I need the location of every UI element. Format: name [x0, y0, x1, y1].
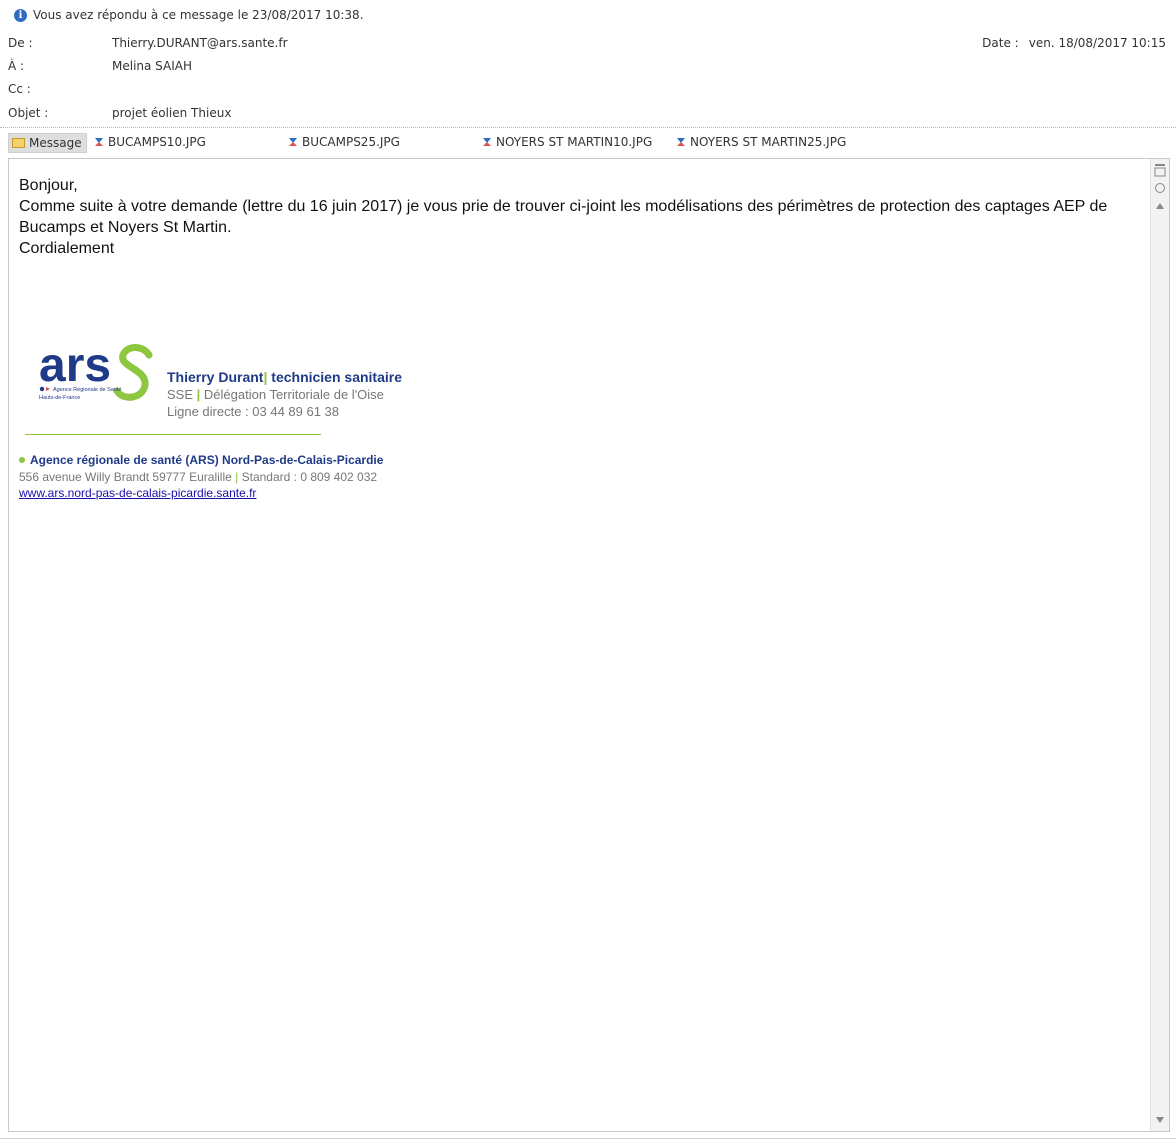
reading-pane-toggle-icon[interactable] [1153, 163, 1167, 177]
logo-letters: ars [39, 339, 111, 392]
message-tab-label: Message [29, 136, 82, 150]
closing: Cordialement [19, 240, 115, 257]
signature-name-line: Thierry Durant| technicien sanitaire [167, 369, 402, 385]
scroll-down-icon[interactable] [1153, 1113, 1167, 1127]
subject-row: Objet : projet éolien Thieux [0, 102, 1176, 124]
image-file-icon [676, 137, 686, 147]
attachment-name: NOYERS ST MARTIN10.JPG [496, 135, 653, 149]
attachment-item[interactable]: NOYERS ST MARTIN10.JPG [482, 133, 652, 151]
logo-subtitle-2: Hauts-de-France [39, 395, 80, 401]
date-field: Date : ven. 18/08/2017 10:15 [982, 36, 1166, 50]
signature-address: 556 avenue Willy Brandt 59777 Euralille [19, 470, 232, 484]
attachment-name: NOYERS ST MARTIN25.JPG [690, 135, 847, 149]
from-row: De : Thierry.DURANT@ars.sante.fr Date : … [0, 32, 1176, 54]
attachment-item[interactable]: BUCAMPS25.JPG [288, 133, 400, 151]
subject-label: Objet : [8, 106, 49, 120]
subject-value: projet éolien Thieux [112, 106, 232, 120]
signature-title: technicien sanitaire [271, 369, 402, 385]
scroll-up-icon[interactable] [1153, 199, 1167, 213]
signature-dept: SSE [167, 387, 194, 402]
envelope-icon [12, 138, 25, 148]
cc-row: Cc : [0, 78, 1176, 100]
signature-name: Thierry Durant [167, 369, 264, 385]
ars-logo: ars Agence Régionale de Santé Hauts-de-F… [39, 339, 153, 401]
attachment-item[interactable]: NOYERS ST MARTIN25.JPG [676, 133, 846, 151]
logo-subtitle-1: Agence Régionale de Santé [53, 387, 122, 393]
cc-label: Cc : [8, 82, 31, 96]
signature-divider [25, 434, 321, 435]
signature-address-line: 556 avenue Willy Brandt 59777 Euralille … [19, 470, 378, 484]
image-file-icon [288, 137, 298, 147]
body-paragraph: Comme suite à votre demande (lettre du 1… [19, 198, 1108, 236]
attachment-name: BUCAMPS25.JPG [302, 135, 400, 149]
signature-org-line: Agence régionale de santé (ARS) Nord-Pas… [19, 453, 383, 467]
from-value[interactable]: Thierry.DURANT@ars.sante.fr [112, 36, 288, 50]
signature-department-line: SSE | Délégation Territoriale de l'Oise [167, 387, 384, 402]
date-value: ven. 18/08/2017 10:15 [1028, 36, 1166, 50]
vertical-scrollbar[interactable] [1150, 159, 1169, 1131]
attachment-name: BUCAMPS10.JPG [108, 135, 206, 149]
reply-info-bar: i Vous avez répondu à ce message le 23/0… [0, 0, 1176, 30]
signature-standard: Standard : 0 809 402 032 [241, 470, 378, 484]
greeting: Bonjour, [19, 177, 78, 194]
message-text: Bonjour, Comme suite à votre demande (le… [19, 175, 1134, 259]
message-tab[interactable]: Message [8, 133, 87, 153]
image-file-icon [94, 137, 104, 147]
signature-org: Agence régionale de santé (ARS) Nord-Pas… [30, 453, 384, 467]
signature-delegation: Délégation Territoriale de l'Oise [203, 387, 384, 402]
to-label: À : [8, 59, 25, 73]
attachment-item[interactable]: BUCAMPS10.JPG [94, 133, 206, 151]
signature-website-link[interactable]: www.ars.nord-pas-de-calais-picardie.sant… [19, 486, 256, 500]
to-row: À : Melina SAIAH [0, 55, 1176, 77]
info-icon: i [14, 8, 27, 22]
header-divider [0, 127, 1176, 128]
from-label: De : [8, 36, 33, 50]
to-value[interactable]: Melina SAIAH [112, 59, 192, 73]
signature-phone: Ligne directe : 03 44 89 61 38 [167, 404, 340, 419]
bottom-border [0, 1138, 1176, 1139]
attachments-bar: Message BUCAMPS10.JPG BUCAMPS25.JPG NOYE… [0, 130, 1176, 154]
reply-info-text: Vous avez répondu à ce message le 23/08/… [33, 8, 364, 22]
image-file-icon [482, 137, 492, 147]
message-body-pane[interactable]: Bonjour, Comme suite à votre demande (le… [8, 158, 1170, 1132]
bullet-icon [19, 457, 25, 463]
date-label: Date : [982, 36, 1019, 50]
pan-hand-icon[interactable] [1153, 181, 1167, 195]
